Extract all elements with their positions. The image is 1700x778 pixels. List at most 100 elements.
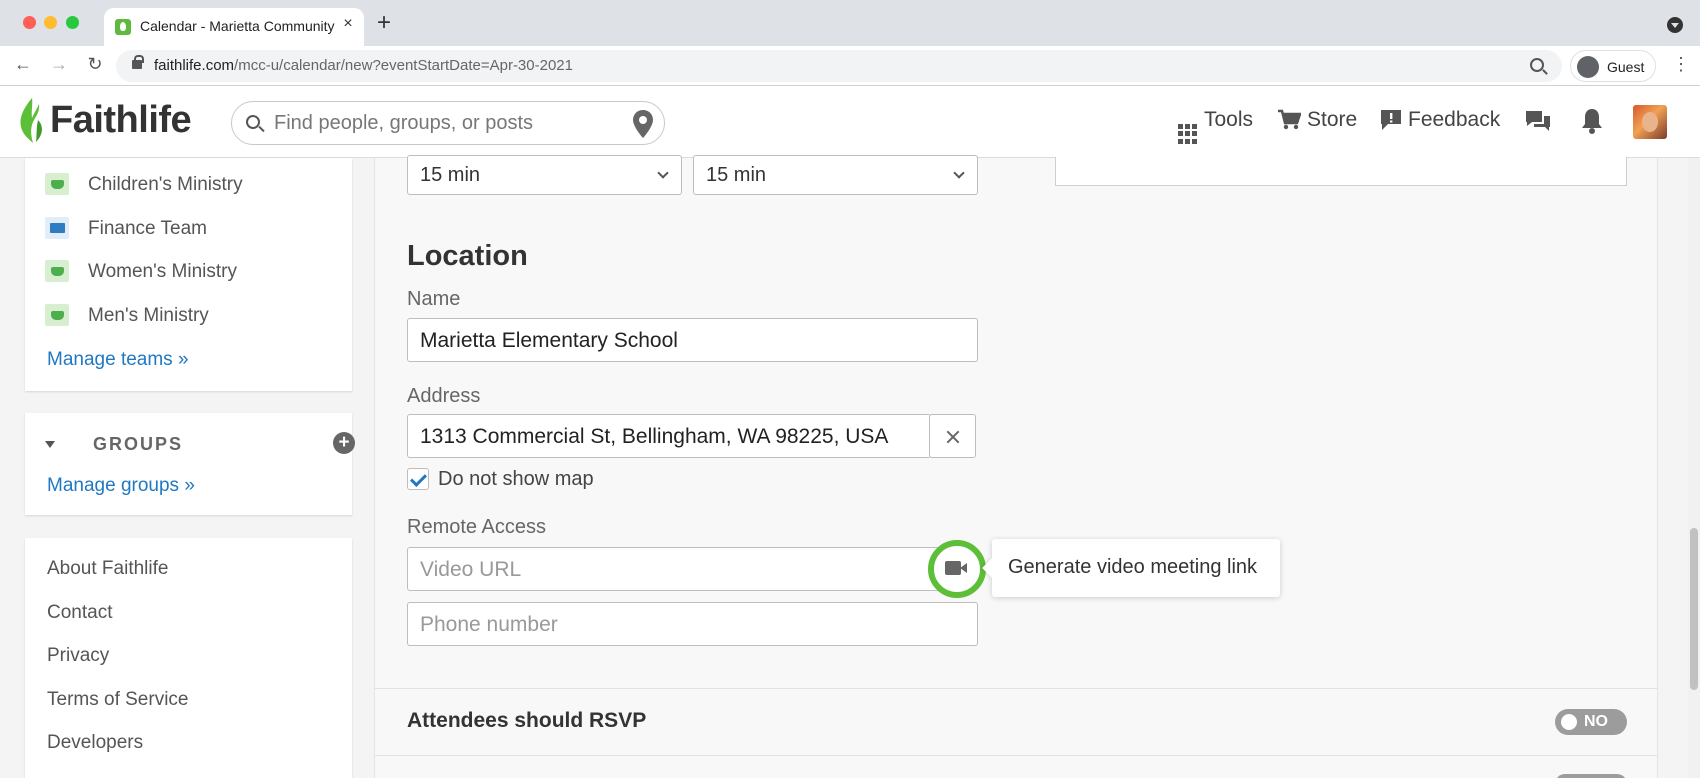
generate-video-link-button[interactable] (928, 540, 986, 598)
team-label: Finance Team (88, 218, 207, 239)
minimize-window-button[interactable] (44, 16, 57, 29)
address-value: 1313 Commercial St, Bellingham, WA 98225… (420, 425, 889, 448)
name-label: Name (407, 288, 461, 310)
location-name-field[interactable]: Marietta Elementary School (407, 318, 978, 362)
rsvp-label: Attendees should RSVP (407, 709, 647, 732)
team-icon (45, 173, 69, 195)
team-label: Children's Ministry (88, 174, 243, 195)
footer-link-privacy[interactable]: Privacy (47, 645, 109, 667)
rsvp-row: Attendees should RSVP NO (375, 688, 1657, 756)
team-label: Women's Ministry (88, 261, 237, 282)
tab-close-icon[interactable]: × (339, 15, 357, 33)
manage-groups-link[interactable]: Manage groups » (47, 475, 195, 497)
forward-button[interactable]: → (48, 54, 70, 75)
browser-menu-icon[interactable]: ⋮ (1672, 55, 1690, 73)
video-url-placeholder: Video URL (420, 558, 522, 581)
toggle-state: NO (1584, 713, 1608, 730)
maximize-window-button[interactable] (66, 16, 79, 29)
tools-nav[interactable]: Tools (1178, 108, 1253, 144)
event-form: 15 min 15 min Location Name Marietta Ele… (374, 155, 1658, 778)
description-box[interactable] (1055, 157, 1627, 186)
close-window-button[interactable] (23, 16, 36, 29)
manage-teams-link[interactable]: Manage teams » (47, 349, 189, 371)
browser-tab-active[interactable]: Calendar - Marietta Community × (104, 8, 364, 46)
team-label: Men's Ministry (88, 305, 209, 326)
search-icon (246, 115, 260, 129)
profile-label: Guest (1607, 59, 1645, 75)
footer-link-terms[interactable]: Terms of Service (47, 689, 188, 711)
rsvp-toggle[interactable]: NO (1555, 709, 1627, 735)
reload-button[interactable]: ↻ (84, 54, 106, 75)
address-field[interactable]: 1313 Commercial St, Bellingham, WA 98225… (407, 414, 931, 458)
footer-link-developers[interactable]: Developers (47, 732, 143, 754)
grid-icon (1178, 124, 1198, 144)
tools-label: Tools (1204, 108, 1254, 131)
chevron-down-icon (657, 167, 669, 179)
avatar[interactable] (1633, 105, 1667, 139)
footer-links-card: About Faithlife Contact Privacy Terms of… (25, 538, 352, 778)
address-bar: ← → ↻ faithlife.com/mcc-u/calendar/new?e… (0, 46, 1700, 86)
location-heading: Location (407, 240, 528, 272)
url-path: /mcc-u/calendar/new?eventStartDate=Apr-3… (234, 57, 573, 74)
remote-access-label: Remote Access (407, 516, 546, 538)
teams-card: Children's Ministry Finance Team Women's… (25, 158, 352, 391)
zoom-icon[interactable] (1530, 58, 1544, 72)
groups-title: GROUPS (93, 434, 184, 454)
cart-icon (1278, 110, 1301, 130)
do-not-show-map-label[interactable]: Do not show map (438, 468, 594, 491)
phone-number-placeholder: Phone number (420, 613, 558, 636)
faithlife-logo[interactable]: Faithlife (50, 99, 192, 142)
feedback-icon (1381, 110, 1401, 131)
tab-title: Calendar - Marietta Community (140, 18, 335, 34)
groups-header[interactable]: GROUPS + (45, 432, 355, 457)
do-not-show-map-checkbox[interactable] (407, 468, 429, 490)
search-input[interactable] (274, 111, 604, 135)
profile-button[interactable]: Guest (1570, 50, 1656, 82)
clear-address-button[interactable] (929, 414, 976, 458)
address-label: Address (407, 385, 481, 407)
scrollbar-thumb[interactable] (1690, 528, 1698, 690)
video-url-field[interactable]: Video URL (407, 547, 947, 591)
site-search (231, 101, 665, 145)
phone-number-field[interactable]: Phone number (407, 602, 978, 646)
chevron-down-icon (953, 167, 965, 179)
reminder-select-2[interactable]: 15 min (693, 155, 978, 195)
reminder-select-1[interactable]: 15 min (407, 155, 682, 195)
lock-icon (132, 55, 144, 69)
url-text: faithlife.com/mcc-u/calendar/new?eventSt… (154, 57, 573, 74)
next-toggle[interactable] (1555, 774, 1627, 778)
footer-link-contact[interactable]: Contact (47, 602, 112, 624)
new-tab-button[interactable]: + (377, 11, 391, 35)
faithlife-favicon-icon (115, 19, 131, 35)
bell-icon[interactable] (1580, 107, 1604, 135)
faithlife-leaf-icon[interactable] (16, 96, 46, 144)
guest-avatar-icon (1577, 56, 1599, 78)
store-nav[interactable]: Store (1277, 108, 1357, 132)
url-host: faithlife.com (154, 57, 235, 74)
team-icon (45, 260, 69, 282)
add-group-icon[interactable]: + (333, 432, 355, 454)
app-header: Faithlife Tools Store Feedback (0, 86, 1700, 158)
toggle-knob (1561, 714, 1577, 730)
reminder-select-value: 15 min (706, 164, 767, 186)
location-pin-icon[interactable] (632, 109, 654, 139)
team-icon (45, 304, 69, 326)
feedback-nav[interactable]: Feedback (1380, 108, 1500, 132)
back-button[interactable]: ← (12, 54, 34, 75)
feedback-label: Feedback (1408, 108, 1501, 131)
chat-icon[interactable] (1524, 109, 1552, 133)
browser-tab-bar: Calendar - Marietta Community × + (0, 0, 1700, 46)
reminder-select-value: 15 min (420, 164, 481, 186)
location-name-value: Marietta Elementary School (420, 329, 678, 352)
footer-link-about[interactable]: About Faithlife (47, 558, 168, 580)
card-icon (45, 217, 69, 239)
video-link-tooltip: Generate video meeting link (992, 539, 1280, 597)
tab-search-icon[interactable] (1667, 17, 1683, 33)
groups-card: GROUPS + Manage groups » (25, 413, 355, 515)
page-scrollbar[interactable] (1688, 158, 1700, 778)
video-camera-icon (945, 561, 967, 575)
collapse-caret-icon[interactable] (45, 441, 55, 448)
tooltip-text: Generate video meeting link (1008, 556, 1258, 578)
url-field[interactable]: faithlife.com/mcc-u/calendar/new?eventSt… (116, 50, 1562, 82)
store-label: Store (1307, 108, 1358, 131)
